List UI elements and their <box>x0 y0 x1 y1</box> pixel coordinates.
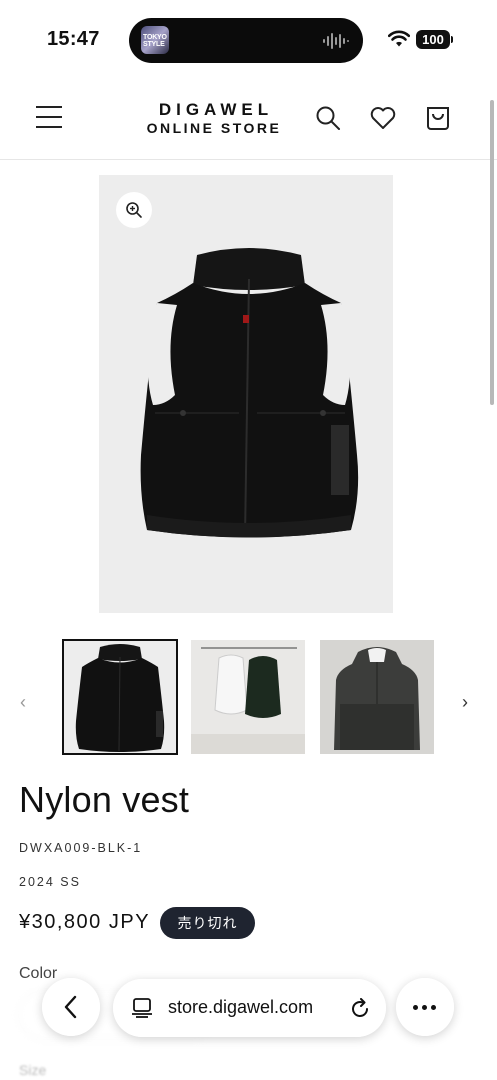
reload-icon[interactable] <box>349 998 371 1020</box>
menu-icon[interactable] <box>36 106 62 130</box>
size-label: Size <box>19 1062 47 1078</box>
more-options-button[interactable] <box>396 978 454 1036</box>
audio-wave-icon <box>323 33 349 49</box>
vest-thumbnail-image <box>64 641 176 753</box>
store-logo[interactable]: DIGAWEL ONLINE STORE <box>132 101 296 137</box>
product-title: Nylon vest <box>19 779 190 820</box>
vest-on-hanger-image <box>320 640 434 754</box>
product-season: 2024 SS <box>19 875 81 889</box>
thumbnail-prev-arrow[interactable]: ‹ <box>20 692 26 713</box>
wifi-icon <box>388 30 410 47</box>
zoom-button[interactable] <box>116 192 152 228</box>
cart-icon[interactable] <box>424 104 452 132</box>
dynamic-island[interactable]: TOKYO STYLE <box>129 18 363 63</box>
product-sku: DWXA009-BLK-1 <box>19 841 143 855</box>
url-text[interactable]: store.digawel.com <box>168 997 313 1018</box>
status-bar: 15:47 TOKYO STYLE 100 <box>0 0 497 80</box>
zoom-in-icon <box>126 202 142 218</box>
address-bar[interactable]: store.digawel.com <box>113 979 386 1037</box>
vests-on-rack-image <box>191 640 305 754</box>
chevron-left-icon <box>64 995 77 1019</box>
tabs-icon[interactable] <box>131 998 153 1018</box>
status-time: 15:47 <box>47 28 100 50</box>
product-main-image[interactable] <box>99 175 393 613</box>
thumbnail-2[interactable] <box>191 640 305 754</box>
heart-icon[interactable] <box>369 104 397 132</box>
more-icon <box>413 1005 418 1010</box>
thumbnail-1[interactable] <box>62 639 178 755</box>
thumbnail-next-arrow[interactable]: › <box>462 692 468 713</box>
now-playing-thumbnail: TOKYO STYLE <box>141 26 169 54</box>
vest-illustration <box>140 248 359 538</box>
color-label: Color <box>19 965 58 982</box>
search-icon[interactable] <box>314 104 342 132</box>
browser-back-button[interactable] <box>42 978 100 1036</box>
product-price: ¥30,800 JPY <box>19 911 151 933</box>
site-header: DIGAWEL ONLINE STORE <box>0 80 497 160</box>
battery-indicator: 100 <box>416 30 453 49</box>
thumbnail-3[interactable] <box>320 640 434 754</box>
sold-out-badge: 売り切れ <box>160 907 255 939</box>
page-scrollbar[interactable] <box>490 100 494 405</box>
